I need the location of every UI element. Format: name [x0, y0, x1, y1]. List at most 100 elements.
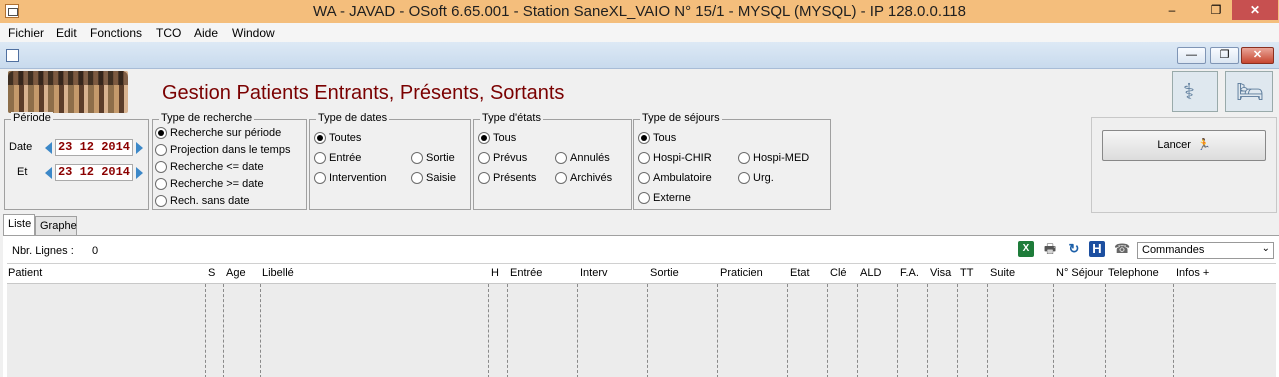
col-ald[interactable]: ALD: [860, 267, 881, 279]
et-next-arrow-icon[interactable]: [136, 166, 143, 179]
col-fa[interactable]: F.A.: [900, 267, 919, 279]
date-prev-arrow-icon[interactable]: [45, 141, 52, 154]
tab-liste[interactable]: Liste: [3, 214, 35, 236]
doctor-image-button[interactable]: ⚕: [1172, 71, 1218, 112]
tab-graphe[interactable]: Graphe: [35, 216, 77, 235]
col-divider: [507, 284, 508, 377]
col-h[interactable]: H: [491, 267, 499, 279]
radio-etats-archives[interactable]: Archivés: [555, 172, 612, 184]
child-restore-button[interactable]: ❐: [1210, 47, 1239, 64]
col-tt[interactable]: TT: [960, 267, 973, 279]
window-minimize-button[interactable]: –: [1150, 0, 1194, 20]
col-num-sejour[interactable]: N° Séjour: [1056, 267, 1103, 279]
col-cle[interactable]: Clé: [830, 267, 847, 279]
liste-panel: Nbr. Lignes : 0 X 🖶 ↻ H ☎ Commandes ⌄ Pa…: [3, 235, 1279, 377]
commandes-select[interactable]: Commandes ⌄: [1137, 242, 1274, 259]
radio-recherche-inf-date[interactable]: Recherche <= date: [155, 161, 264, 173]
col-telephone[interactable]: Telephone: [1108, 267, 1159, 279]
grid-header: Patient S Age Libellé H Entrée Interv So…: [7, 263, 1276, 284]
radio-dates-entree[interactable]: Entrée: [314, 152, 361, 164]
radio-sejours-ambulatoire[interactable]: Ambulatoire: [638, 172, 712, 184]
running-man-icon: 🏃: [1196, 139, 1211, 151]
h-icon[interactable]: H: [1089, 241, 1105, 257]
radio-sejours-externe[interactable]: Externe: [638, 192, 691, 204]
col-praticien[interactable]: Praticien: [720, 267, 763, 279]
col-divider: [260, 284, 261, 377]
radio-recherche-sup-date[interactable]: Recherche >= date: [155, 178, 264, 190]
child-close-button[interactable]: ✕: [1241, 47, 1274, 64]
radio-sejours-tous[interactable]: Tous: [638, 132, 676, 144]
window-title: WA - JAVAD - OSoft 6.65.001 - Station Sa…: [313, 3, 966, 20]
et-row: 23 12 2014: [45, 164, 143, 181]
type-sejours-label: Type de séjours: [640, 112, 722, 124]
excel-export-icon[interactable]: X: [1018, 241, 1034, 257]
type-recherche-group: Type de recherche Recherche sur période …: [152, 112, 307, 210]
col-s[interactable]: S: [208, 267, 215, 279]
type-recherche-label: Type de recherche: [159, 112, 255, 124]
col-patient[interactable]: Patient: [8, 267, 42, 279]
child-minimize-button[interactable]: —: [1177, 47, 1206, 64]
menu-fichier[interactable]: Fichier: [8, 26, 44, 40]
col-age[interactable]: Age: [226, 267, 246, 279]
phone-icon[interactable]: ☎: [1114, 241, 1130, 257]
col-divider: [1105, 284, 1106, 377]
radio-sejours-urg[interactable]: Urg.: [738, 172, 774, 184]
radio-etats-annules[interactable]: Annulés: [555, 152, 610, 164]
doctor-icon: ⚕: [1183, 79, 1195, 104]
radio-etats-prevus[interactable]: Prévus: [478, 152, 527, 164]
refresh-icon[interactable]: ↻: [1066, 241, 1082, 257]
radio-dates-sortie[interactable]: Sortie: [411, 152, 455, 164]
radio-recherche-periode[interactable]: Recherche sur période: [155, 127, 281, 139]
col-divider: [827, 284, 828, 377]
date-next-arrow-icon[interactable]: [136, 141, 143, 154]
menu-tco[interactable]: TCO: [156, 26, 181, 40]
et-prev-arrow-icon[interactable]: [45, 166, 52, 179]
radio-sejours-hospi-med[interactable]: Hospi-MED: [738, 152, 809, 164]
type-sejours-group: Type de séjours Tous Hospi-CHIR Hospi-ME…: [633, 112, 831, 210]
col-divider: [897, 284, 898, 377]
date-label: Date: [9, 141, 33, 153]
col-entree[interactable]: Entrée: [510, 267, 542, 279]
window-close-button[interactable]: ✕: [1232, 0, 1278, 20]
col-divider: [857, 284, 858, 377]
menu-aide[interactable]: Aide: [194, 26, 218, 40]
bed-image-button[interactable]: 🛏: [1225, 71, 1273, 112]
col-suite[interactable]: Suite: [990, 267, 1015, 279]
date-field[interactable]: 23 12 2014: [55, 139, 133, 156]
col-divider: [1053, 284, 1054, 377]
radio-sans-date[interactable]: Rech. sans date: [155, 195, 250, 207]
col-sortie[interactable]: Sortie: [650, 267, 679, 279]
et-date-field[interactable]: 23 12 2014: [55, 164, 133, 181]
radio-sejours-hospi-chir[interactable]: Hospi-CHIR: [638, 152, 712, 164]
periode-label: Période: [11, 112, 53, 124]
radio-projection-temps[interactable]: Projection dans le temps: [155, 144, 290, 156]
date-row: 23 12 2014: [45, 139, 143, 156]
menu-edit[interactable]: Edit: [56, 26, 77, 40]
print-icon[interactable]: 🖶: [1042, 241, 1058, 257]
menu-fonctions[interactable]: Fonctions: [90, 26, 142, 40]
radio-etats-tous[interactable]: Tous: [478, 132, 516, 144]
child-window-bar: — ❐ ✕: [0, 42, 1279, 69]
radio-dates-saisie[interactable]: Saisie: [411, 172, 456, 184]
lancer-label: Lancer: [1157, 139, 1191, 151]
col-infos[interactable]: Infos +: [1176, 267, 1209, 279]
col-divider: [205, 284, 206, 377]
col-libelle[interactable]: Libellé: [262, 267, 294, 279]
type-dates-label: Type de dates: [316, 112, 390, 124]
menu-bar: Fichier Edit Fonctions TCO Aide Window: [0, 23, 1279, 42]
bed-icon: 🛏: [1236, 79, 1264, 104]
col-interv[interactable]: Interv: [580, 267, 608, 279]
type-etats-group: Type d'états Tous Prévus Annulés Présent…: [473, 112, 632, 210]
menu-window[interactable]: Window: [232, 26, 275, 40]
lancer-button[interactable]: Lancer 🏃: [1102, 130, 1266, 161]
col-visa[interactable]: Visa: [930, 267, 951, 279]
grid-body[interactable]: [7, 284, 1276, 377]
launch-panel: Lancer 🏃: [1091, 117, 1277, 213]
col-etat[interactable]: Etat: [790, 267, 810, 279]
col-divider: [957, 284, 958, 377]
radio-etats-presents[interactable]: Présents: [478, 172, 536, 184]
col-divider: [577, 284, 578, 377]
radio-dates-intervention[interactable]: Intervention: [314, 172, 386, 184]
radio-dates-toutes[interactable]: Toutes: [314, 132, 361, 144]
page-title: Gestion Patients Entrants, Présents, Sor…: [162, 82, 565, 104]
